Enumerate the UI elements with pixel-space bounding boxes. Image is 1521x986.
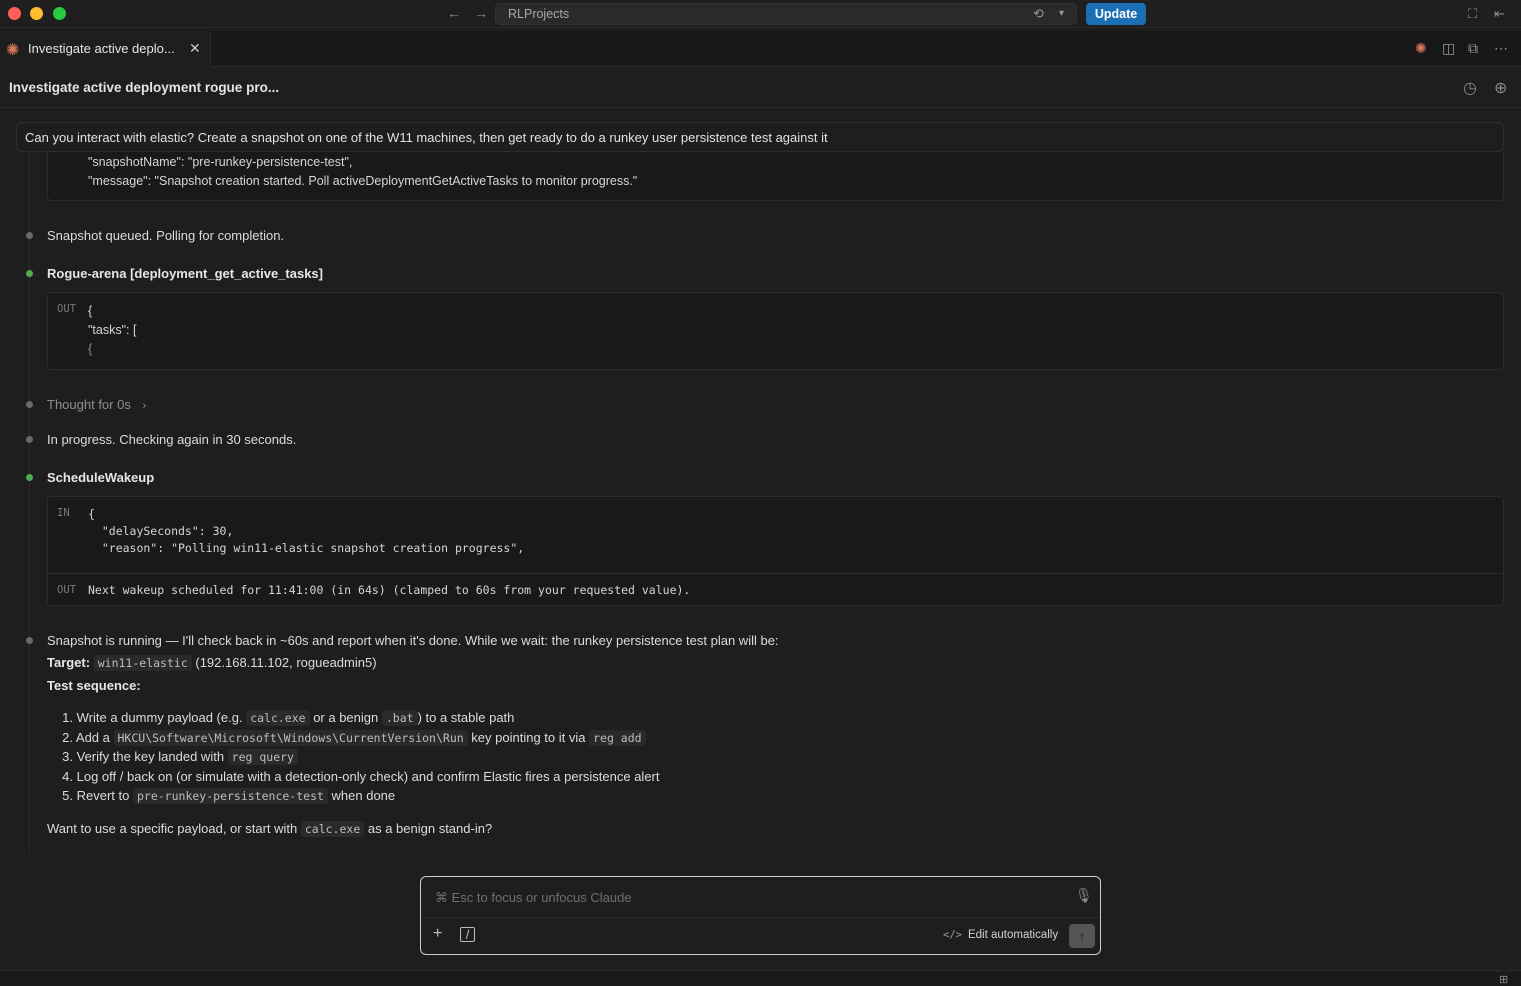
assistant-message: In progress. Checking again in 30 second… — [47, 432, 297, 447]
tool-output-block: OUT { "tasks": [ { — [47, 292, 1504, 370]
timeline-dot — [26, 401, 33, 408]
split-view-icon[interactable]: ◫ — [1442, 40, 1455, 57]
conversation-area[interactable]: "snapshotName": "pre-runkey-persistence-… — [0, 152, 1521, 862]
list-item: 4. Log off / back on (or simulate with a… — [62, 769, 660, 784]
target-line: Target: win11-elastic (192.168.11.102, r… — [47, 655, 377, 671]
code-icon: </> — [943, 929, 962, 941]
claude-spark-icon: ✺ — [6, 42, 20, 59]
extensions-icon[interactable]: ⊞ — [1499, 973, 1508, 986]
code-line: { — [88, 342, 93, 356]
code-line: "reason": "Polling win11-elastic snapsho… — [88, 541, 525, 555]
forward-arrow-icon[interactable]: → — [474, 5, 488, 21]
tool-call-title[interactable]: Rogue-arena [deployment_get_active_tasks… — [47, 266, 323, 281]
maximize-window-button[interactable] — [53, 7, 66, 20]
open-external-icon[interactable]: ⧉ — [1468, 40, 1478, 57]
list-item: 1. Write a dummy payload (e.g. calc.exe … — [62, 710, 515, 726]
minimize-window-button[interactable] — [30, 7, 43, 20]
timeline-dot — [26, 637, 33, 644]
list-item: 3. Verify the key landed with reg query — [47, 749, 298, 765]
divider — [48, 573, 1503, 574]
code-line: "delaySeconds": 30, — [88, 524, 234, 538]
code-line: { — [88, 507, 95, 521]
divider — [421, 917, 1100, 918]
edit-mode-toggle[interactable]: </> Edit automatically — [943, 929, 1058, 941]
edit-mode-label: Edit automatically — [967, 929, 1059, 941]
update-button[interactable]: Update — [1086, 3, 1146, 25]
code-line: Next wakeup scheduled for 11:41:00 (in 6… — [88, 583, 691, 597]
microphone-icon[interactable]: 🎙 — [1075, 887, 1093, 904]
user-prompt-text: Can you interact with elastic? Create a … — [25, 130, 828, 145]
inline-code: calc.exe — [300, 821, 365, 837]
timeline-dot-tool — [26, 474, 33, 481]
out-tag: OUT — [57, 584, 76, 596]
tab-active-session[interactable]: ✺ Investigate active deplo... ✕ — [0, 31, 211, 67]
code-line: "tasks": [ — [88, 323, 137, 337]
timeline-dot — [26, 232, 33, 239]
tab-close-icon[interactable]: ✕ — [189, 40, 201, 57]
tool-call-title[interactable]: ScheduleWakeup — [47, 470, 154, 485]
history-icon[interactable]: ◷ — [1463, 78, 1477, 98]
chevron-right-icon: › — [142, 400, 147, 412]
page-title: Investigate active deployment rogue pro.… — [9, 80, 280, 95]
in-tag: IN — [57, 507, 70, 519]
assistant-message: Snapshot is running — I'll check back in… — [47, 633, 779, 648]
title-bar: ← → RLProjects ⟲ ▾ Update ⛶ ⇤ — [0, 0, 1521, 28]
timeline-dot — [26, 436, 33, 443]
thought-toggle[interactable]: Thought for 0s › — [47, 397, 146, 412]
sync-icon[interactable]: ⟲ — [1033, 6, 1044, 22]
tab-label: Investigate active deplo... — [28, 41, 175, 56]
list-item: 2. Add a HKCU\Software\Microsoft\Windows… — [47, 730, 646, 746]
inline-code: HKCU\Software\Microsoft\Windows\CurrentV… — [113, 730, 468, 746]
tab-strip: ✺ Investigate active deplo... ✕ ✺ ◫ ⧉ ⋯ — [0, 31, 1521, 67]
more-options-icon[interactable]: ⋯ — [1494, 40, 1508, 57]
message-composer[interactable]: 🎙 + / </> Edit automatically ↑ — [420, 876, 1101, 955]
code-line: "snapshotName": "pre-runkey-persistence-… — [88, 155, 353, 169]
code-line: "message": "Snapshot creation started. P… — [88, 174, 638, 188]
tool-io-block: IN { "delaySeconds": 30, "reason": "Poll… — [47, 496, 1504, 606]
target-detail: (192.168.11.102, rogueadmin5) — [191, 655, 377, 670]
timeline-dot-tool — [26, 270, 33, 277]
inline-code: .bat — [381, 710, 418, 726]
list-item: 5. Revert to pre-runkey-persistence-test… — [62, 788, 396, 804]
fullscreen-icon[interactable]: ⛶ — [1468, 6, 1477, 22]
timeline-rail — [29, 152, 30, 852]
tool-output-block: "snapshotName": "pre-runkey-persistence-… — [47, 152, 1504, 201]
inline-code: win11-elastic — [93, 655, 192, 671]
follow-up-question: Want to use a specific payload, or start… — [47, 821, 493, 837]
slash-command-icon[interactable]: / — [460, 927, 475, 942]
user-prompt: Can you interact with elastic? Create a … — [16, 122, 1504, 152]
add-attachment-icon[interactable]: + — [433, 925, 442, 943]
back-arrow-icon[interactable]: ← — [447, 5, 461, 21]
close-window-button[interactable] — [8, 7, 21, 20]
session-header: Investigate active deployment rogue pro.… — [0, 68, 1521, 108]
assistant-message: Snapshot queued. Polling for completion. — [47, 228, 285, 243]
new-chat-icon[interactable]: ⊕ — [1494, 78, 1507, 98]
sidebar-collapse-icon[interactable]: ⇤ — [1494, 6, 1505, 22]
sequence-heading: Test sequence: — [47, 678, 141, 693]
claude-spark-icon[interactable]: ✺ — [1415, 40, 1427, 57]
status-bar: ⊞ — [0, 970, 1521, 986]
thought-label: Thought for 0s — [47, 397, 131, 412]
address-bar[interactable]: RLProjects ⟲ ▾ — [495, 3, 1077, 25]
chevron-down-icon[interactable]: ▾ — [1059, 8, 1064, 19]
out-tag: OUT — [57, 303, 76, 315]
message-input[interactable] — [435, 890, 1055, 905]
inline-code: calc.exe — [246, 710, 310, 726]
inline-code: reg add — [589, 730, 646, 746]
send-button[interactable]: ↑ — [1069, 924, 1095, 948]
inline-code: pre-runkey-persistence-test — [132, 788, 328, 804]
arrow-up-icon: ↑ — [1078, 928, 1086, 944]
code-line: { — [88, 304, 93, 318]
inline-code: reg query — [227, 749, 298, 765]
target-label: Target: — [47, 655, 91, 670]
address-text: RLProjects — [508, 7, 570, 21]
